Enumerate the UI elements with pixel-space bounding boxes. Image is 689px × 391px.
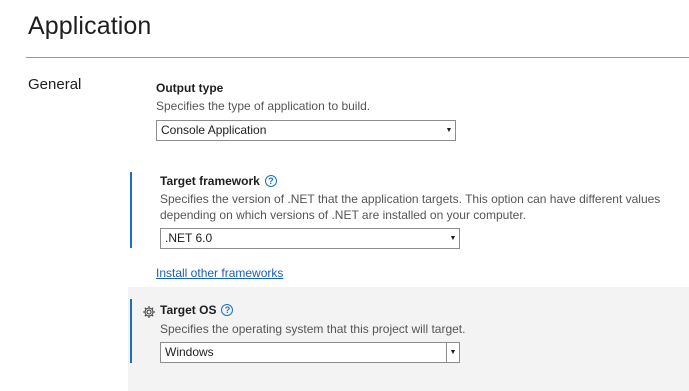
target-os-value: Windows — [165, 345, 214, 359]
target-os-header: Target OS ? — [160, 303, 680, 317]
output-type-dropdown[interactable]: Console Application ▼ — [156, 120, 456, 141]
target-framework-description-line1: Specifies the version of .NET that the a… — [160, 192, 661, 206]
target-framework-group: Target framework ? Specifies the version… — [160, 174, 685, 223]
chevron-down-icon: ▼ — [449, 235, 457, 242]
page-title: Application — [28, 12, 152, 40]
output-type-value: Console Application — [161, 123, 267, 137]
section-label-general: General — [28, 76, 82, 93]
target-framework-value: .NET 6.0 — [165, 231, 213, 245]
output-type-title: Output type — [156, 81, 224, 95]
target-os-group: Target OS ? Specifies the operating syst… — [160, 303, 680, 337]
target-framework-header: Target framework ? — [160, 174, 685, 188]
target-os-title: Target OS — [160, 303, 217, 317]
gear-icon[interactable] — [142, 305, 156, 319]
target-os-accent-bar — [130, 299, 132, 363]
target-framework-dropdown[interactable]: .NET 6.0 ▼ — [160, 228, 460, 249]
install-other-frameworks-link[interactable]: Install other frameworks — [156, 266, 283, 280]
output-type-description: Specifies the type of application to bui… — [156, 99, 371, 113]
target-framework-title: Target framework — [160, 174, 260, 188]
chevron-down-icon[interactable]: ▼ — [446, 343, 459, 362]
target-framework-accent-bar — [130, 172, 132, 248]
target-os-description: Specifies the operating system that this… — [160, 322, 466, 336]
help-icon[interactable]: ? — [221, 304, 234, 316]
target-framework-description-line2: depending on which versions of .NET are … — [160, 208, 526, 222]
target-os-dropdown[interactable]: Windows ▼ — [160, 342, 460, 363]
chevron-down-icon: ▼ — [445, 127, 453, 134]
help-icon[interactable]: ? — [264, 175, 277, 187]
output-type-group: Output type Specifies the type of applic… — [156, 81, 370, 114]
title-divider — [26, 57, 689, 58]
